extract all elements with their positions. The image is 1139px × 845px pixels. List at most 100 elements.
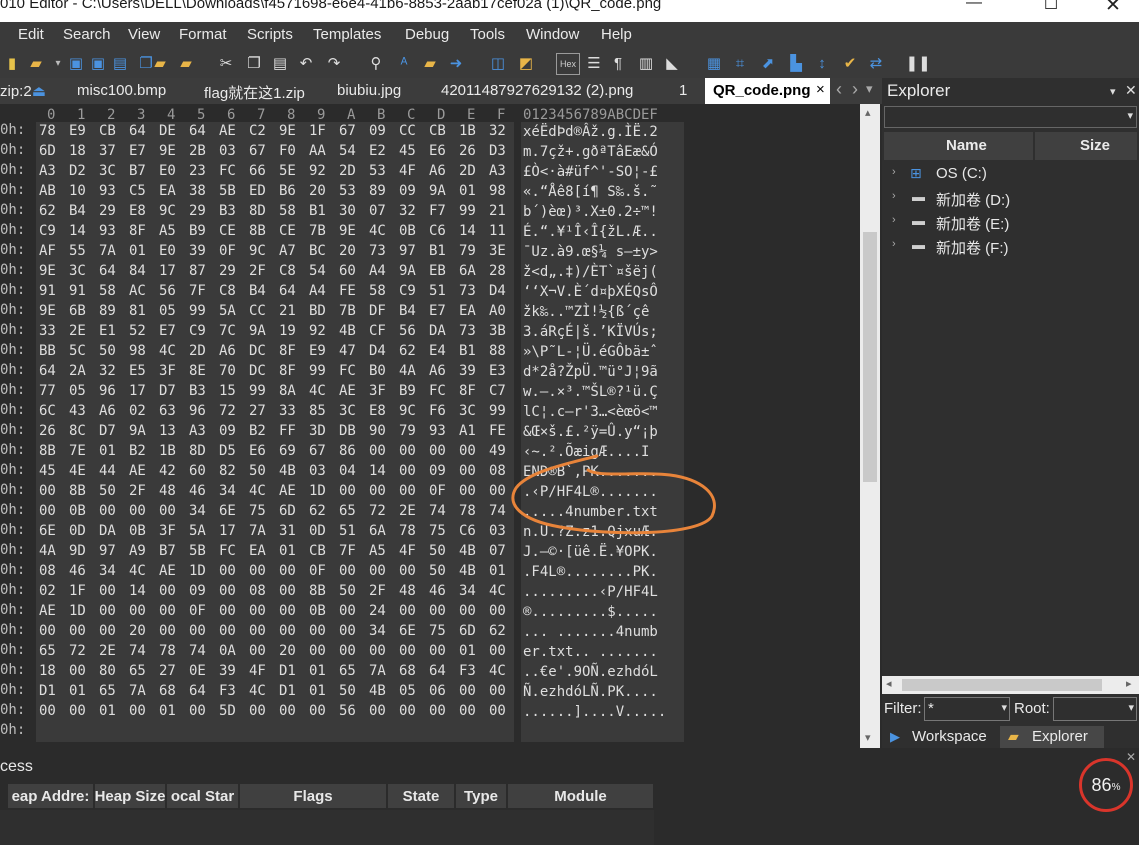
explorer-header: Name Size (884, 132, 1137, 160)
tab-list-icon[interactable]: ▾ (866, 81, 873, 97)
menu-search[interactable]: Search (63, 26, 111, 43)
sort-icon[interactable]: ↕ (812, 52, 832, 74)
checksum-icon[interactable]: ⌗ (730, 52, 750, 74)
close-window-button[interactable]: ✕ (1090, 0, 1136, 16)
explorer-horizontal-scrollbar[interactable]: ◂ ▸ (882, 676, 1139, 694)
pause-icon[interactable]: ❚❚ (905, 52, 930, 74)
close-icon[interactable]: ✕ (1126, 750, 1139, 768)
columns-icon[interactable]: ▥ (636, 52, 656, 74)
column-size[interactable]: Size (1080, 137, 1110, 154)
folder-multi-icon[interactable]: ▰ (176, 52, 196, 74)
paste-icon[interactable]: ▤ (270, 52, 290, 74)
scroll-down-icon[interactable]: ▾ (865, 731, 871, 744)
expand-icon[interactable]: › (892, 214, 896, 226)
bookmark-icon[interactable]: ◩ (516, 52, 536, 74)
expand-icon[interactable]: › (892, 166, 896, 178)
chevron-down-icon[interactable]: ▾ (48, 52, 68, 74)
hex-mode-button[interactable]: Hex (556, 53, 580, 75)
column-heap-size[interactable]: Heap Size (95, 784, 165, 808)
tab-1[interactable]: 1 (679, 82, 687, 99)
compare-icon[interactable]: ◫ (488, 52, 508, 74)
menu-edit[interactable]: Edit (18, 26, 44, 43)
cut-icon[interactable]: ✂ (216, 52, 236, 74)
tab-scroll-right-icon[interactable]: › (852, 79, 858, 100)
save-as-icon[interactable]: ▣ (88, 52, 108, 74)
histogram-icon[interactable]: ▙ (786, 52, 806, 74)
redo-icon[interactable]: ↷ (324, 52, 344, 74)
save-icon[interactable]: ▣ (66, 52, 86, 74)
scroll-thumb[interactable] (863, 232, 877, 482)
column-flags[interactable]: Flags (240, 784, 386, 808)
menu-window[interactable]: Window (526, 26, 579, 43)
minimize-button[interactable]: — (951, 0, 997, 16)
filter-input[interactable]: * ▾ (924, 697, 1010, 721)
chevron-down-icon[interactable]: ▾ (1001, 701, 1007, 714)
run-script-icon[interactable]: ✔ (840, 52, 860, 74)
drive-f[interactable]: › ▬ 新加卷 (F:) (882, 236, 1139, 258)
close-tab-icon[interactable]: × (816, 81, 825, 98)
tab-qr-code[interactable]: QR_code.png × (705, 78, 830, 104)
tab-png-42011[interactable]: 42011487927629132 (2).png (441, 82, 633, 99)
column-module[interactable]: Module (508, 784, 653, 808)
tab-explorer[interactable]: ▰ Explorer (1000, 726, 1104, 748)
tab-biubiu[interactable]: biubiu.jpg (337, 82, 401, 99)
maximize-button[interactable]: ☐ (1028, 0, 1074, 16)
save-all-icon[interactable]: ▤ (110, 52, 130, 74)
chevron-down-icon[interactable]: ▾ (1128, 701, 1134, 714)
new-file-icon[interactable]: ▮ (2, 52, 22, 74)
scroll-up-icon[interactable]: ▴ (865, 106, 871, 119)
menu-debug[interactable]: Debug (405, 26, 449, 43)
find-icon[interactable]: ⚲ (366, 52, 386, 74)
column-local-start[interactable]: ocal Star (167, 784, 238, 808)
hex-vertical-scrollbar[interactable]: ▴ ▾ (860, 104, 880, 748)
menu-view[interactable]: View (128, 26, 160, 43)
filter-value: * (928, 700, 934, 717)
scroll-left-icon[interactable]: ◂ (886, 677, 892, 690)
menu-help[interactable]: Help (601, 26, 632, 43)
drive-label: 新加卷 (E:) (936, 216, 1010, 233)
tab-workspace[interactable]: ▶ Workspace (888, 726, 1000, 748)
column-type[interactable]: Type (456, 784, 506, 808)
column-state[interactable]: State (388, 784, 454, 808)
chevron-down-icon[interactable]: ▾ (1127, 109, 1133, 122)
expand-icon[interactable]: › (892, 238, 896, 250)
tab-misc100[interactable]: misc100.bmp (77, 82, 166, 99)
calculator-icon[interactable]: ▦ (704, 52, 724, 74)
column-heap-address[interactable]: eap Addre: (8, 784, 93, 808)
hex-editor[interactable]: 0123456789ABCDEF 0123456789ABCDEF 0h: 78 E… (0, 104, 860, 748)
base-converter-icon[interactable]: ⇄ (866, 52, 886, 74)
hard-drive-icon: ▬ (912, 213, 925, 228)
path-dropdown[interactable]: ▾ (884, 106, 1137, 128)
highlight-icon[interactable]: ◣ (662, 52, 682, 74)
open-folder-icon[interactable]: ▰ (26, 52, 46, 74)
goto-icon[interactable]: ➜ (446, 52, 466, 74)
scroll-right-icon[interactable]: ▸ (1126, 677, 1132, 690)
expand-icon[interactable]: › (892, 190, 896, 202)
folder-icon[interactable]: ▰ (150, 52, 170, 74)
root-input[interactable]: ▾ (1053, 697, 1137, 721)
column-name[interactable]: Name (946, 137, 987, 154)
toolbar: ▮ ▰ ▾ ▣ ▣ ▤ ❐ ▰ ▰ ✂ ❐ ▤ ↶ ↷ ⚲ ᴬ ▰ ➜ ◫ ◩ … (0, 48, 1139, 78)
drive-d[interactable]: › ▬ 新加卷 (D:) (882, 188, 1139, 210)
menu-tools[interactable]: Tools (470, 26, 505, 43)
menu-scripts[interactable]: Scripts (247, 26, 293, 43)
tab-zip2[interactable]: zip:2⏏ (0, 82, 46, 100)
tab-scroll-left-icon[interactable]: ‹ (836, 79, 842, 100)
replace-icon[interactable]: ᴬ (394, 52, 414, 74)
tab-flag-zip[interactable]: flag就在这1.zip (204, 82, 305, 103)
copy-icon[interactable]: ❐ (244, 52, 264, 74)
run-template-icon[interactable]: ⬈ (758, 52, 778, 74)
menu-templates[interactable]: Templates (313, 26, 381, 43)
undo-icon[interactable]: ↶ (296, 52, 316, 74)
menu-format[interactable]: Format (179, 26, 227, 43)
panel-close-icon[interactable]: ✕ (1125, 82, 1137, 99)
find-in-files-icon[interactable]: ▰ (420, 52, 440, 74)
text-mode-icon[interactable]: ☰ (584, 52, 604, 74)
scroll-thumb[interactable] (902, 679, 1102, 691)
tab-label: zip:2 (0, 83, 32, 100)
paragraph-icon[interactable]: ¶ (608, 52, 628, 74)
hard-drive-icon: ▬ (912, 237, 925, 252)
panel-menu-icon[interactable]: ▾ (1110, 85, 1116, 98)
drive-c[interactable]: › ⊞ OS (C:) (882, 164, 1139, 186)
drive-e[interactable]: › ▬ 新加卷 (E:) (882, 212, 1139, 234)
